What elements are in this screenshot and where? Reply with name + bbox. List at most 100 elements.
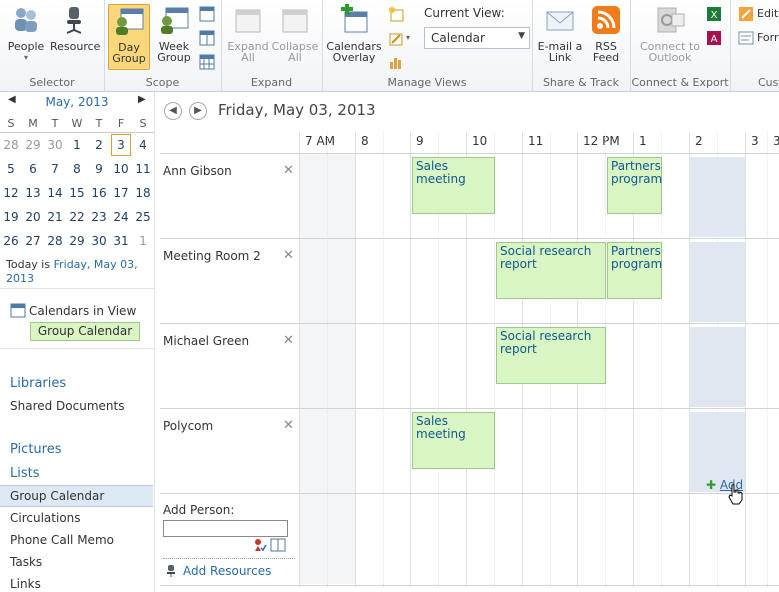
- calendar-event[interactable]: Partners program: [607, 157, 662, 214]
- date-cell[interactable]: 29: [22, 133, 44, 158]
- date-cell[interactable]: 14: [44, 181, 66, 205]
- date-cell[interactable]: 21: [44, 205, 66, 229]
- grid-line: [299, 132, 300, 587]
- add-person-input[interactable]: [163, 520, 288, 537]
- calendar-event[interactable]: Social research report: [496, 327, 606, 384]
- remove-person-icon[interactable]: ✕: [283, 163, 294, 178]
- expand-all-button[interactable]: Expand All: [225, 4, 271, 63]
- date-cell[interactable]: 20: [22, 205, 44, 229]
- date-cell[interactable]: 31: [110, 229, 132, 253]
- date-cell[interactable]: 8: [66, 157, 88, 181]
- week-group-button[interactable]: Week Group: [154, 4, 194, 63]
- grid-line: [327, 132, 328, 587]
- nav-heading-lists[interactable]: Lists: [10, 466, 40, 481]
- form-web-parts-label[interactable]: Forr: [757, 31, 779, 44]
- date-cell[interactable]: 15: [66, 181, 88, 205]
- connect-to-outlook-button[interactable]: Connect to Outlook: [634, 4, 706, 63]
- next-day-icon[interactable]: ▶: [189, 102, 207, 120]
- calendar-event[interactable]: Social research report: [496, 242, 606, 299]
- rss-feed-button[interactable]: RSS Feed: [586, 4, 626, 63]
- remove-person-icon[interactable]: ✕: [283, 418, 294, 433]
- create-view-icon[interactable]: [388, 6, 404, 22]
- edit-list-label[interactable]: Edit: [757, 7, 778, 20]
- date-cell[interactable]: 19: [0, 205, 22, 229]
- email-link-button[interactable]: E-mail a Link: [536, 4, 584, 63]
- week-view-icon[interactable]: [199, 30, 215, 46]
- expand-all-label-2: All: [241, 51, 255, 64]
- resource-chair-icon: [167, 565, 175, 577]
- date-cell[interactable]: 9: [88, 157, 110, 181]
- modify-view-icon[interactable]: [388, 31, 404, 47]
- people-button[interactable]: People ▾: [5, 4, 47, 63]
- address-book-icon[interactable]: [270, 538, 286, 552]
- month-view-icon[interactable]: [199, 54, 215, 70]
- date-cell[interactable]: 28: [44, 229, 66, 253]
- nav-heading-libraries[interactable]: Libraries: [10, 376, 66, 391]
- chart-view-icon[interactable]: [388, 54, 404, 70]
- date-cell[interactable]: 17: [110, 181, 132, 205]
- edit-list-icon[interactable]: [738, 6, 754, 22]
- remove-person-icon[interactable]: ✕: [283, 248, 294, 263]
- previous-day-icon[interactable]: ◀: [164, 102, 182, 120]
- form-web-parts-icon[interactable]: [738, 30, 754, 46]
- date-cell[interactable]: 5: [0, 157, 22, 181]
- nav-item-links[interactable]: Links: [10, 577, 41, 591]
- date-cell[interactable]: 22: [66, 205, 88, 229]
- connect-export-group-label: Connect & Export: [631, 76, 729, 89]
- date-cell[interactable]: 29: [66, 229, 88, 253]
- date-cell[interactable]: 16: [88, 181, 110, 205]
- day-view-icon[interactable]: [199, 6, 215, 22]
- date-title: Friday, May 03, 2013: [218, 101, 376, 119]
- date-cell[interactable]: 4: [132, 133, 154, 158]
- nav-item-shared-documents[interactable]: Shared Documents: [10, 399, 124, 413]
- date-cell[interactable]: 18: [132, 181, 154, 205]
- day-group-button[interactable]: Day Group: [108, 4, 150, 70]
- modify-view-dropdown-icon[interactable]: ▾: [406, 33, 410, 42]
- nav-heading-pictures[interactable]: Pictures: [10, 442, 61, 457]
- date-cell[interactable]: 25: [132, 205, 154, 229]
- calendar-event[interactable]: Partners program: [607, 242, 662, 299]
- date-cell[interactable]: 2: [88, 133, 110, 158]
- row-separator: [160, 153, 779, 154]
- date-cell[interactable]: 12: [0, 181, 22, 205]
- date-cell[interactable]: 30: [88, 229, 110, 253]
- grid-line: [355, 132, 356, 587]
- current-view-select[interactable]: Calendar ▼: [424, 27, 530, 49]
- date-cell[interactable]: 23: [88, 205, 110, 229]
- date-cell[interactable]: 27: [22, 229, 44, 253]
- access-icon[interactable]: A: [706, 30, 722, 46]
- nav-item-circulations[interactable]: Circulations: [10, 511, 81, 525]
- date-cell[interactable]: 11: [132, 157, 154, 181]
- nav-item-group-calendar[interactable]: Group Calendar: [10, 489, 104, 503]
- check-names-icon[interactable]: [253, 538, 267, 552]
- date-cell[interactable]: 24: [110, 205, 132, 229]
- left-navigation: ◀ May, 2013 ▶ S M T W T F S 28 29 30 1 2…: [0, 92, 155, 592]
- calendar-event[interactable]: Sales meeting: [412, 157, 495, 214]
- group-calendar-chip[interactable]: Group Calendar: [30, 322, 140, 341]
- add-resources-link[interactable]: Add Resources: [183, 564, 271, 578]
- date-cell[interactable]: 26: [0, 229, 22, 253]
- hour-label: 12 PM: [583, 134, 620, 148]
- scope-group: Day Group Week Group Scope: [104, 0, 222, 91]
- date-cell[interactable]: 13: [22, 181, 44, 205]
- grid-line: [410, 132, 411, 587]
- hour-label: 3: [751, 134, 759, 148]
- nav-item-phone-call-memo[interactable]: Phone Call Memo: [10, 533, 114, 547]
- date-cell-today[interactable]: 3: [110, 133, 132, 158]
- calendar-event[interactable]: Sales meeting: [412, 412, 495, 469]
- date-cell[interactable]: 30: [44, 133, 66, 158]
- collapse-all-button[interactable]: Collapse All: [271, 4, 319, 63]
- resource-button[interactable]: Resource: [50, 4, 100, 52]
- nav-item-tasks[interactable]: Tasks: [10, 555, 42, 569]
- date-cell[interactable]: 28: [0, 133, 22, 158]
- next-month-icon[interactable]: ▶: [138, 94, 146, 105]
- date-cell[interactable]: 1: [132, 229, 154, 253]
- remove-person-icon[interactable]: ✕: [283, 333, 294, 348]
- calendars-overlay-button[interactable]: Calendars Overlay: [326, 3, 382, 63]
- date-cell[interactable]: 7: [44, 157, 66, 181]
- date-cell[interactable]: 6: [22, 157, 44, 181]
- date-cell[interactable]: 10: [110, 157, 132, 181]
- row-separator: [160, 493, 779, 494]
- excel-icon[interactable]: X: [706, 6, 722, 22]
- date-cell[interactable]: 1: [66, 133, 88, 158]
